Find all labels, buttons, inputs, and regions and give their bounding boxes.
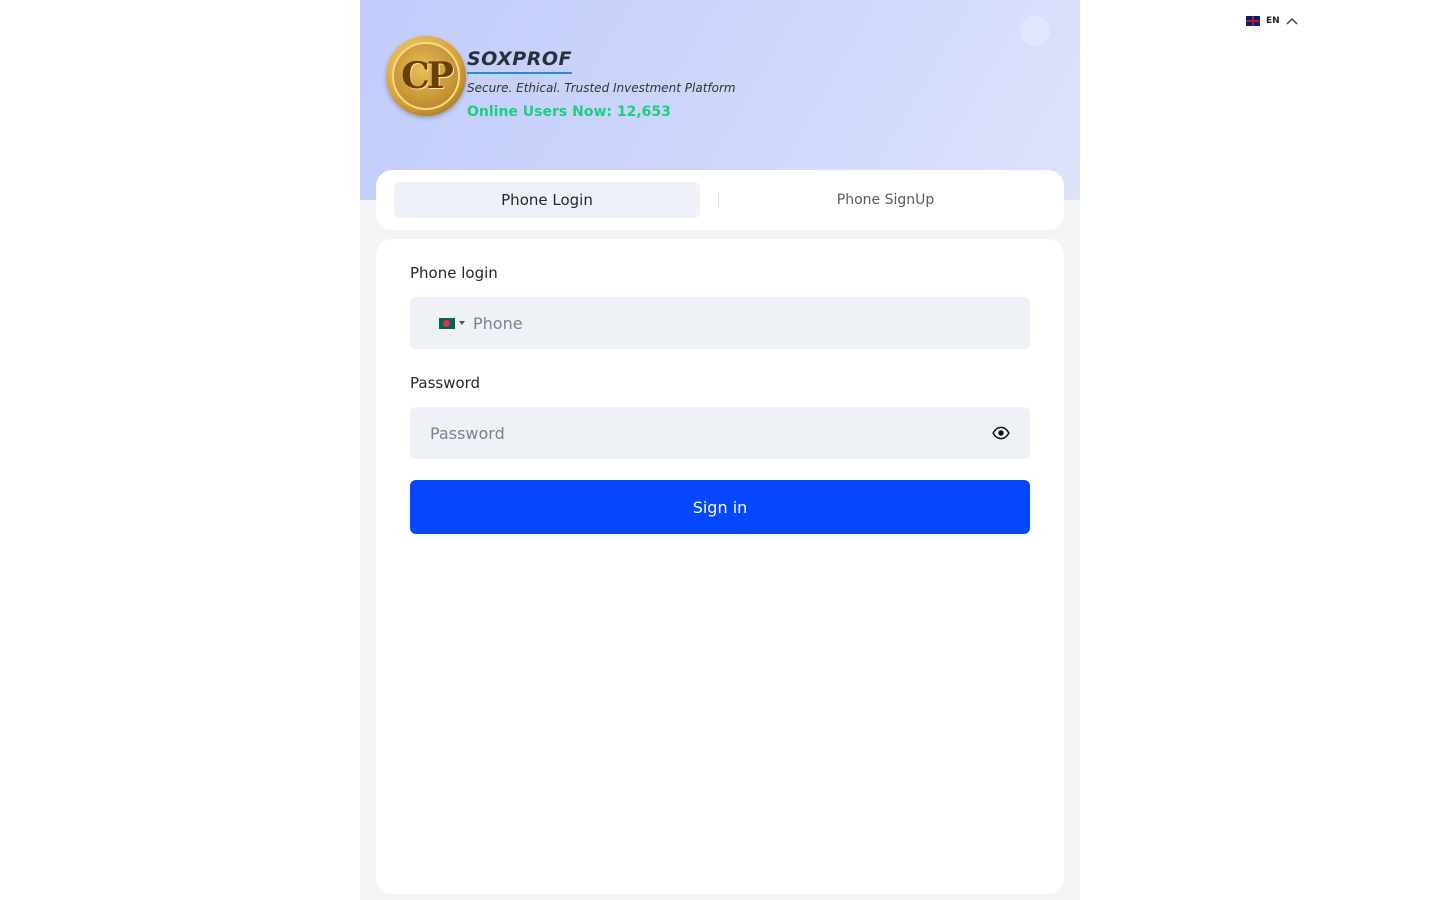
password-label: Password <box>410 374 481 392</box>
brand-name: SOXPROF <box>467 48 572 74</box>
login-form: Phone login Password Sign in <box>376 239 1064 894</box>
password-field-wrapper <box>410 407 1030 459</box>
brand-logo: CP <box>386 36 466 116</box>
decorative-circle <box>1020 16 1050 46</box>
password-input[interactable] <box>430 407 970 459</box>
tab-phone-signup[interactable]: Phone SignUp <box>719 182 1052 218</box>
chevron-up-icon <box>1286 16 1298 26</box>
online-users-count: Online Users Now: 12,653 <box>467 104 671 120</box>
app-container: CP SOXPROF Secure. Ethical. Trusted Inve… <box>360 0 1080 900</box>
country-code-selector[interactable] <box>439 317 465 329</box>
auth-tabs: Phone Login Phone SignUp <box>376 170 1064 230</box>
uk-flag-icon <box>1246 16 1260 26</box>
brand-tagline: Secure. Ethical. Trusted Investment Plat… <box>467 81 736 95</box>
language-switcher[interactable]: EN <box>1246 16 1298 26</box>
phone-field-wrapper <box>410 297 1030 349</box>
sign-in-button[interactable]: Sign in <box>410 480 1030 534</box>
phone-label: Phone login <box>410 264 498 282</box>
caret-down-icon <box>459 321 465 325</box>
eye-icon[interactable] <box>992 424 1010 442</box>
logo-monogram: CP <box>401 55 454 97</box>
tab-phone-login[interactable]: Phone Login <box>394 182 700 218</box>
logo-coin: CP <box>392 42 460 110</box>
phone-input[interactable] <box>473 297 993 349</box>
language-code: EN <box>1266 16 1280 26</box>
bangladesh-flag-icon <box>439 317 455 329</box>
